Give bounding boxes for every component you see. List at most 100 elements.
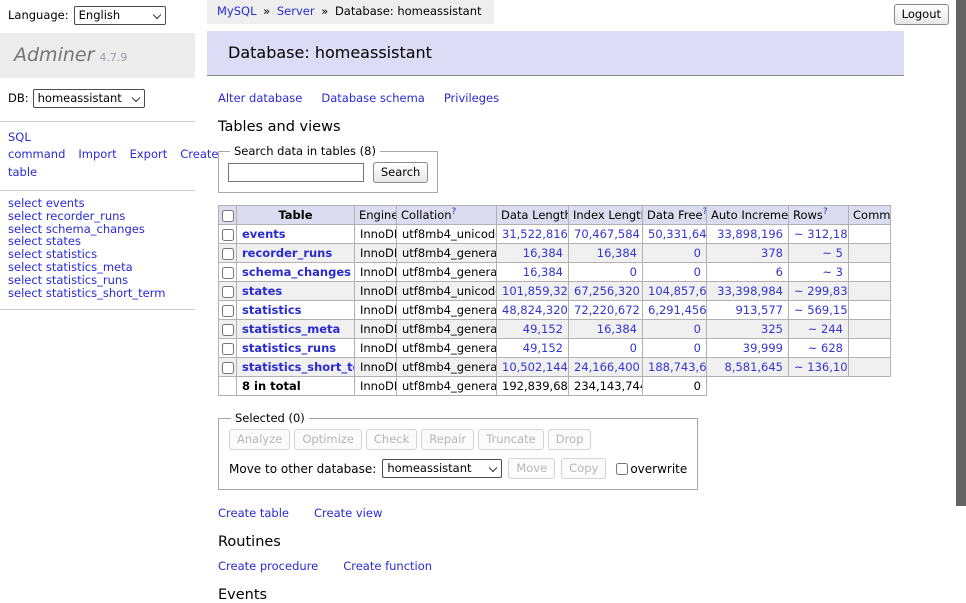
table-link[interactable]: schema_changes <box>242 265 351 279</box>
breadcrumb-mysql-link[interactable]: MySQL <box>217 4 257 18</box>
cell-data-free: 50,331,648 <box>643 225 707 244</box>
help-link[interactable]: ? <box>823 207 828 217</box>
cell-index-length: 67,256,320 <box>569 282 643 301</box>
cell-table-name: events <box>237 225 355 244</box>
row-select-checkbox[interactable] <box>222 248 234 260</box>
link-privileges[interactable]: Privileges <box>444 91 499 105</box>
db-select[interactable]: homeassistant <box>33 89 145 108</box>
search-button[interactable]: Search <box>373 162 429 183</box>
cell-comment <box>849 320 891 339</box>
help-link[interactable]: ? <box>452 207 457 217</box>
table-link[interactable]: recorder_runs <box>242 246 332 260</box>
cell-collation: utf8mb4_general_ci <box>397 339 497 358</box>
row-select-checkbox[interactable] <box>222 343 234 355</box>
table-row: eventsInnoDButf8mb4_unicode_ci31,522,816… <box>219 225 891 244</box>
search-input[interactable] <box>228 163 364 182</box>
link-alter-database[interactable]: Alter database <box>218 91 302 105</box>
cell-comment <box>849 301 891 320</box>
help-link[interactable]: ? <box>703 207 707 217</box>
cell-collation: utf8mb4_general_ci <box>397 263 497 282</box>
cell-rows: ~ 299,833 <box>789 282 849 301</box>
repair-button[interactable]: Repair <box>421 429 474 450</box>
cell-data-length: 31,522,816 <box>497 225 569 244</box>
cell-table-name: states <box>237 282 355 301</box>
cell-collation: utf8mb4_general_ci <box>397 244 497 263</box>
sidebar-select-events[interactable]: select events <box>8 197 187 210</box>
sidebar-actions: SQL commandImportExportCreate table <box>0 122 195 190</box>
check-button[interactable]: Check <box>366 429 417 450</box>
select-all-cell <box>219 206 237 225</box>
truncate-button[interactable]: Truncate <box>478 429 544 450</box>
link-create-procedure[interactable]: Create procedure <box>218 559 318 573</box>
cell-comment <box>849 339 891 358</box>
table-link[interactable]: statistics_meta <box>242 322 340 336</box>
row-select-checkbox[interactable] <box>222 286 234 298</box>
table-row: statistics_runsInnoDButf8mb4_general_ci4… <box>219 339 891 358</box>
cell-data-length: 49,152 <box>497 320 569 339</box>
scrollbar-thumb[interactable] <box>956 0 966 506</box>
cell-auto-increment: 6 <box>707 263 789 282</box>
column-header-index-length: Index Length? <box>569 206 643 225</box>
cell-index-length: 16,384 <box>569 244 643 263</box>
row-select-checkbox[interactable] <box>222 362 234 374</box>
cell-table-name: schema_changes <box>237 263 355 282</box>
table-link[interactable]: statistics_runs <box>242 341 336 355</box>
cell-data-free: 188,743,680 <box>643 358 707 377</box>
link-database-schema[interactable]: Database schema <box>321 91 424 105</box>
total-empty-cell <box>219 377 237 396</box>
sidebar-link-sql-command[interactable]: SQL command <box>8 130 65 161</box>
row-select-checkbox[interactable] <box>222 305 234 317</box>
app-logo[interactable]: Adminer <box>14 44 94 66</box>
sidebar-table-links: select eventsselect recorder_runsselect … <box>0 191 195 309</box>
db-label: DB: <box>8 91 29 105</box>
link-create-function[interactable]: Create function <box>343 559 432 573</box>
cell-engine: InnoDB <box>355 263 397 282</box>
column-header-data-free: Data Free? <box>643 206 707 225</box>
sidebar-link-export[interactable]: Export <box>130 147 168 161</box>
row-select-checkbox[interactable] <box>222 229 234 241</box>
row-select-checkbox[interactable] <box>222 267 234 279</box>
table-link[interactable]: statistics_short_term <box>242 360 355 374</box>
row-checkbox-cell <box>219 225 237 244</box>
table-link[interactable]: statistics <box>242 303 302 317</box>
cell-index-length: 24,166,400 <box>569 358 643 377</box>
app-header: Adminer4.7.9 <box>0 33 195 78</box>
row-select-checkbox[interactable] <box>222 324 234 336</box>
optimize-button[interactable]: Optimize <box>294 429 362 450</box>
cell-rows: ~ 569,159 <box>789 301 849 320</box>
select-all-checkbox[interactable] <box>222 210 234 222</box>
analyze-button[interactable]: Analyze <box>229 429 290 450</box>
cell-engine: InnoDB <box>355 339 397 358</box>
table-link[interactable]: events <box>242 227 286 241</box>
breadcrumb-server-link[interactable]: Server <box>277 4 315 18</box>
move-button[interactable]: Move <box>508 458 555 479</box>
cell-auto-increment: 8,581,645 <box>707 358 789 377</box>
drop-button[interactable]: Drop <box>548 429 592 450</box>
cell-rows: ~ 136,108 <box>789 358 849 377</box>
table-link[interactable]: states <box>242 284 282 298</box>
create-links: Create table Create view <box>218 506 904 520</box>
link-create-table[interactable]: Create table <box>218 506 289 520</box>
language-row: Language: English <box>0 0 195 27</box>
sidebar-select-statistics-short-term[interactable]: select statistics_short_term <box>8 287 187 300</box>
overwrite-label: overwrite <box>630 462 687 476</box>
overwrite-checkbox[interactable] <box>616 463 628 475</box>
move-database-select[interactable]: homeassistant <box>382 459 502 478</box>
cell-data-length: 16,384 <box>497 263 569 282</box>
routines-links: Create procedure Create function <box>218 559 904 573</box>
sidebar-select-recorder-runs[interactable]: select recorder_runs <box>8 210 187 223</box>
row-checkbox-cell <box>219 282 237 301</box>
copy-button[interactable]: Copy <box>561 458 606 479</box>
move-row: Move to other database: homeassistant Mo… <box>229 458 687 479</box>
language-select[interactable]: English <box>74 6 166 25</box>
sidebar-link-import[interactable]: Import <box>78 147 116 161</box>
cell-engine: InnoDB <box>355 320 397 339</box>
cell-comment <box>849 225 891 244</box>
cell-index-length: 16,384 <box>569 320 643 339</box>
cell-engine: InnoDB <box>355 377 397 396</box>
page-scrollbar[interactable] <box>956 0 966 543</box>
link-create-view[interactable]: Create view <box>314 506 382 520</box>
cell-collation: utf8mb4_general_ci <box>397 358 497 377</box>
cell-data-length: 10,502,144 <box>497 358 569 377</box>
language-label: Language: <box>8 8 69 22</box>
